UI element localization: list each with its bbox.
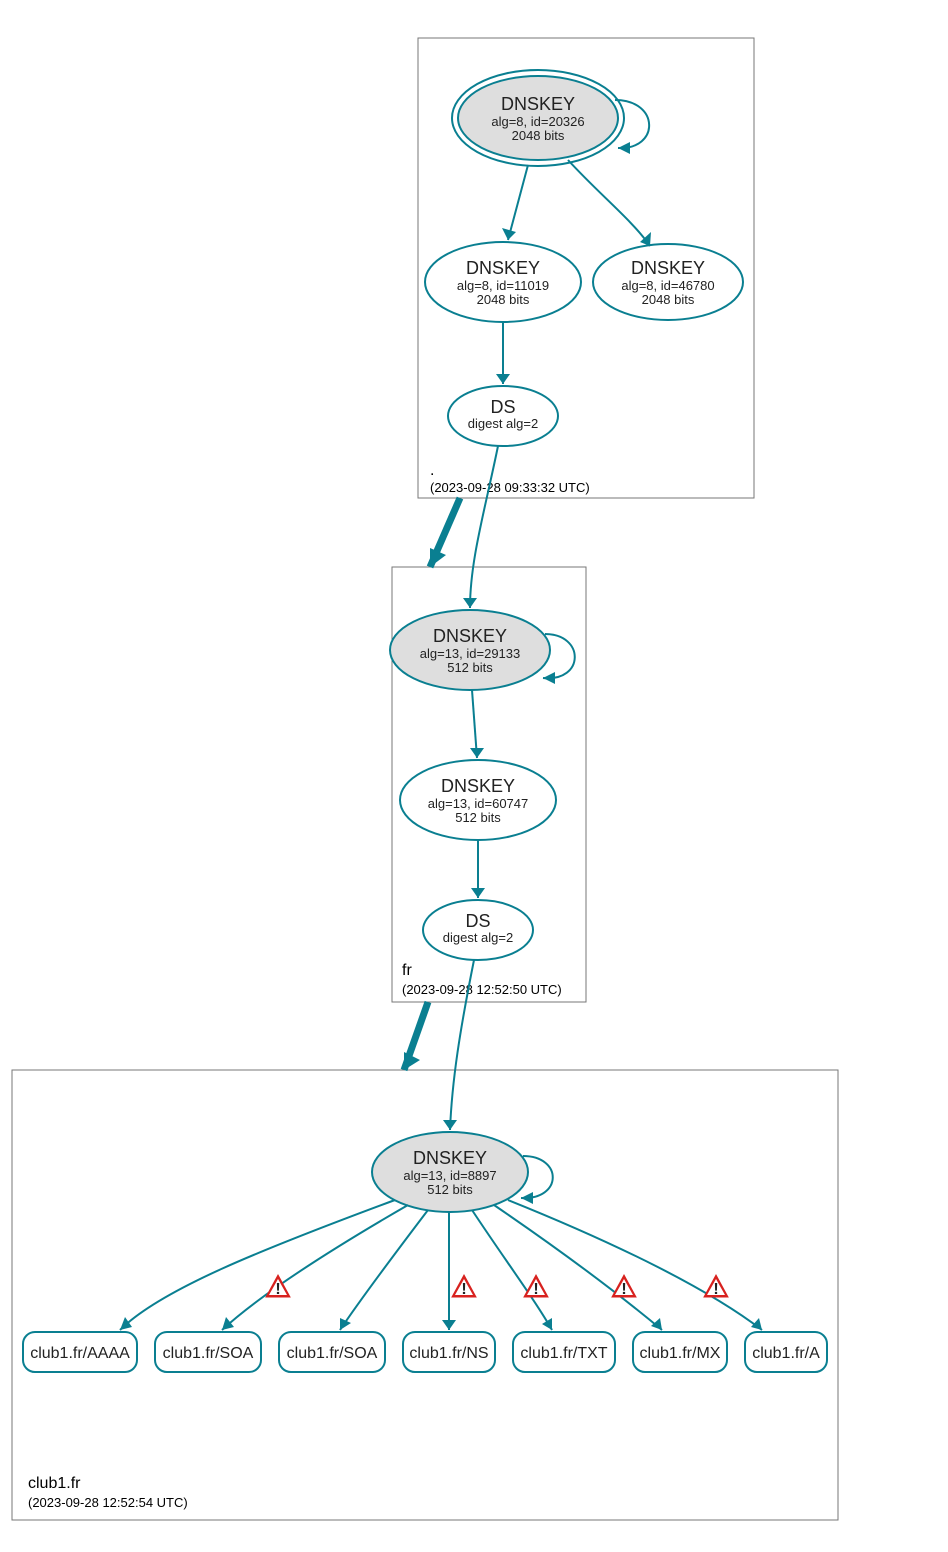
edge-root-ksk-self [615,100,649,148]
svg-text:!: ! [621,1281,626,1298]
warning-icon: ! [524,1275,548,1298]
node-fr-ds: DS digest alg=2 [423,900,533,960]
node-fr-zsk: DNSKEY alg=13, id=60747 512 bits [400,760,556,840]
dnssec-diagram: . (2023-09-28 09:33:32 UTC) fr (2023-09-… [0,0,948,1552]
zone-fr-label: fr [402,962,412,979]
svg-text:alg=8, id=20326: alg=8, id=20326 [491,114,584,129]
edge-ksk-mx [494,1205,662,1330]
svg-text:2048 bits: 2048 bits [512,128,565,143]
svg-text:alg=8, id=11019: alg=8, id=11019 [457,278,549,293]
rr-mx: club1.fr/MX [633,1332,727,1372]
zone-fr-sub: (2023-09-28 12:52:50 UTC) [402,982,562,997]
svg-text:2048 bits: 2048 bits [477,292,530,307]
rr-txt: club1.fr/TXT [513,1332,615,1372]
svg-text:club1.fr/MX: club1.fr/MX [640,1345,721,1362]
svg-text:club1.fr/AAAA: club1.fr/AAAA [30,1345,130,1362]
svg-text:DNSKEY: DNSKEY [631,258,705,278]
svg-text:club1.fr/TXT: club1.fr/TXT [520,1345,607,1362]
node-fr-ksk: DNSKEY alg=13, id=29133 512 bits [390,610,550,690]
svg-text:club1.fr/A: club1.fr/A [752,1345,820,1362]
node-root-ds: DS digest alg=2 [448,386,558,446]
svg-text:512 bits: 512 bits [427,1182,473,1197]
rr-soa1: club1.fr/SOA [155,1332,261,1372]
warning-icon: ! [612,1275,636,1298]
svg-text:DNSKEY: DNSKEY [501,94,575,114]
svg-text:digest alg=2: digest alg=2 [468,416,538,431]
svg-text:alg=8, id=46780: alg=8, id=46780 [621,278,714,293]
node-club1-ksk: DNSKEY alg=13, id=8897 512 bits [372,1132,528,1212]
rr-soa2: club1.fr/SOA [279,1332,385,1372]
rr-ns: club1.fr/NS [403,1332,495,1372]
zone-root-sub: (2023-09-28 09:33:32 UTC) [430,480,590,495]
edge-root-ksk-zsk2 [568,160,650,246]
node-root-zsk2: DNSKEY alg=8, id=46780 2048 bits [593,244,743,320]
svg-text:alg=13, id=8897: alg=13, id=8897 [403,1168,496,1183]
svg-text:DS: DS [465,911,490,931]
warning-icon: ! [704,1275,728,1298]
edge-root-ksk-zsk1 [508,165,528,240]
svg-text:club1.fr/NS: club1.fr/NS [409,1345,488,1362]
node-root-zsk1: DNSKEY alg=8, id=11019 2048 bits [425,242,581,322]
edge-ksk-soa2 [340,1210,428,1330]
svg-text:club1.fr/SOA: club1.fr/SOA [287,1345,378,1362]
node-root-ksk: DNSKEY alg=8, id=20326 2048 bits [452,70,624,166]
svg-text:!: ! [713,1281,718,1298]
edge-ksk-txt [472,1210,552,1330]
svg-text:!: ! [275,1281,280,1298]
rr-aaaa: club1.fr/AAAA [23,1332,137,1372]
rr-a: club1.fr/A [745,1332,827,1372]
svg-text:512 bits: 512 bits [447,660,493,675]
svg-text:DS: DS [490,397,515,417]
svg-text:DNSKEY: DNSKEY [466,258,540,278]
svg-text:DNSKEY: DNSKEY [441,776,515,796]
edge-ksk-soa1 [222,1205,408,1330]
zone-root-label: . [430,462,434,479]
svg-text:alg=13, id=60747: alg=13, id=60747 [428,796,528,811]
edge-ksk-a [508,1200,762,1330]
svg-text:club1.fr/SOA: club1.fr/SOA [163,1345,254,1362]
svg-text:!: ! [461,1281,466,1298]
svg-text:DNSKEY: DNSKEY [433,626,507,646]
edge-root-ds-fr-ksk [470,446,498,608]
edge-fr-ksk-zsk [472,690,477,758]
svg-text:!: ! [533,1281,538,1298]
warning-icon: ! [452,1275,476,1298]
svg-text:digest alg=2: digest alg=2 [443,930,513,945]
zone-club1-sub: (2023-09-28 12:52:54 UTC) [28,1495,188,1510]
svg-text:DNSKEY: DNSKEY [413,1148,487,1168]
warning-icon: ! [266,1275,290,1298]
svg-text:alg=13, id=29133: alg=13, id=29133 [420,646,520,661]
svg-text:2048 bits: 2048 bits [642,292,695,307]
svg-text:512 bits: 512 bits [455,810,501,825]
zone-club1-label: club1.fr [28,1475,81,1492]
